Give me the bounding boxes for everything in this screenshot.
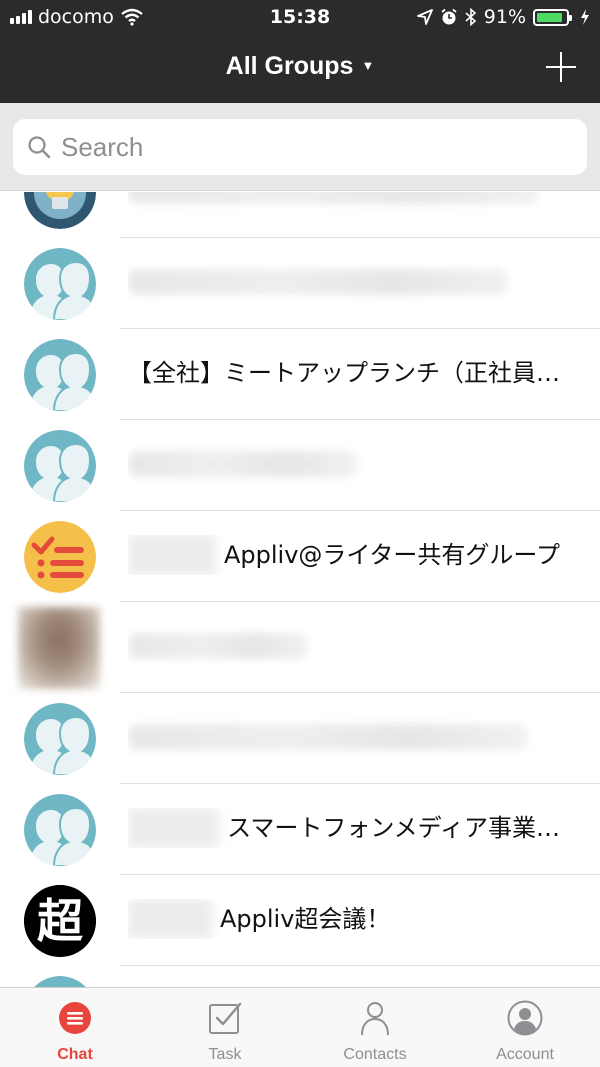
list-item[interactable]	[0, 192, 600, 238]
list-item[interactable]	[0, 693, 600, 784]
group-name: Appliv超会議！	[220, 905, 391, 933]
list-item[interactable]	[0, 238, 600, 329]
bluetooth-icon	[465, 8, 476, 26]
default-group-avatar	[24, 339, 96, 411]
tab-label: Chat	[57, 1046, 93, 1063]
redacted-prefix	[128, 535, 216, 575]
tab-bar: Chat Task Contacts Account	[0, 987, 600, 1067]
photo-avatar	[18, 607, 100, 689]
page-title: All Groups	[225, 52, 354, 80]
list-item[interactable]	[0, 966, 600, 987]
kanji-avatar: 超	[24, 885, 96, 957]
tab-contacts[interactable]: Contacts	[300, 988, 450, 1067]
account-circle-icon	[507, 1000, 543, 1036]
chat-bubble-icon	[59, 1002, 91, 1034]
alarm-icon	[441, 8, 457, 25]
group-name: 【全社】ミートアップランチ（正社員…	[128, 359, 560, 387]
checklist-avatar	[24, 521, 96, 593]
charging-bolt-icon	[581, 9, 589, 25]
tab-label: Account	[496, 1046, 554, 1063]
list-item[interactable]: 超 Appliv超会議！	[0, 875, 600, 966]
avatar-kanji: 超	[37, 894, 84, 948]
tab-label: Contacts	[343, 1046, 407, 1063]
status-bar: docomo 15:38 91%	[0, 0, 600, 36]
top-bar: docomo 15:38 91% All Groups ▼	[0, 0, 600, 103]
search-area	[0, 103, 600, 191]
default-group-avatar	[24, 703, 96, 775]
location-arrow-icon	[416, 9, 433, 25]
group-name: Appliv@ライター共有グループ	[223, 541, 560, 569]
group-filter-dropdown[interactable]: All Groups ▼	[0, 52, 600, 81]
tab-label: Task	[208, 1046, 242, 1063]
group-list: 【全社】ミートアップランチ（正社員… Appliv@ライター共有グループ スマー…	[0, 192, 600, 987]
contacts-person-icon	[361, 1002, 389, 1036]
caret-down-icon: ▼	[361, 58, 375, 73]
list-item[interactable]	[0, 602, 600, 693]
tab-chat[interactable]: Chat	[0, 988, 150, 1067]
group-name: スマートフォンメディア事業…	[227, 814, 560, 842]
app-screen: docomo 15:38 91% All Groups ▼ Search 【全社…	[0, 0, 600, 1067]
lightbulb-avatar	[24, 192, 96, 229]
list-item[interactable]: 【全社】ミートアップランチ（正社員…	[0, 329, 600, 420]
default-group-avatar	[24, 794, 96, 866]
add-group-button[interactable]	[544, 50, 578, 84]
magnifier-icon	[28, 136, 51, 159]
default-group-avatar	[24, 976, 96, 987]
default-group-avatar	[24, 430, 96, 502]
battery-icon	[533, 8, 572, 26]
redacted-prefix	[128, 899, 212, 939]
task-checkbox-icon	[209, 1002, 242, 1034]
list-item[interactable]: Appliv@ライター共有グループ	[0, 511, 600, 602]
tab-task[interactable]: Task	[150, 988, 300, 1067]
search-input[interactable]	[59, 119, 559, 175]
redacted-prefix	[128, 808, 220, 848]
list-item[interactable]	[0, 420, 600, 511]
list-item[interactable]: スマートフォンメディア事業…	[0, 784, 600, 875]
battery-percent: 91%	[483, 6, 526, 28]
tab-account[interactable]: Account	[450, 988, 600, 1067]
search-box[interactable]	[13, 119, 587, 175]
default-group-avatar	[24, 248, 96, 320]
